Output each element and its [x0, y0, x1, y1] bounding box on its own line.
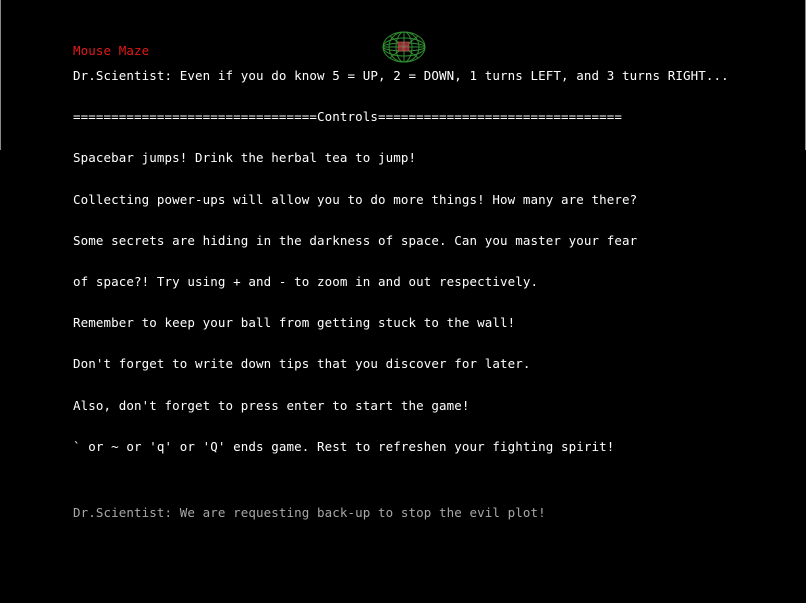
- game-title: Mouse Maze: [73, 43, 150, 58]
- tip-line: Don't forget to write down tips that you…: [73, 356, 531, 371]
- window-edge-left: [0, 0, 1, 150]
- tip-line: Remember to keep your ball from getting …: [73, 315, 516, 330]
- tip-line: Spacebar jumps! Drink the herbal tea to …: [73, 150, 417, 165]
- controls-header: ================================Controls…: [73, 109, 623, 124]
- tip-line: Some secrets are hiding in the darkness …: [73, 233, 638, 248]
- game-screen[interactable]: Mouse Maze Dr.Scientist: Even if you do …: [0, 0, 806, 603]
- tip-line: ` or ~ or 'q' or 'Q' ends game. Rest to …: [73, 439, 615, 454]
- wireframe-globe-icon: [382, 31, 426, 63]
- tip-line: of space?! Try using + and - to zoom in …: [73, 274, 539, 289]
- tip-line: Also, don't forget to press enter to sta…: [73, 398, 470, 413]
- footer-dialogue: Dr.Scientist: We are requesting back-up …: [73, 505, 546, 520]
- tip-line: Collecting power-ups will allow you to d…: [73, 192, 638, 207]
- intro-dialogue: Dr.Scientist: Even if you do know 5 = UP…: [73, 68, 729, 83]
